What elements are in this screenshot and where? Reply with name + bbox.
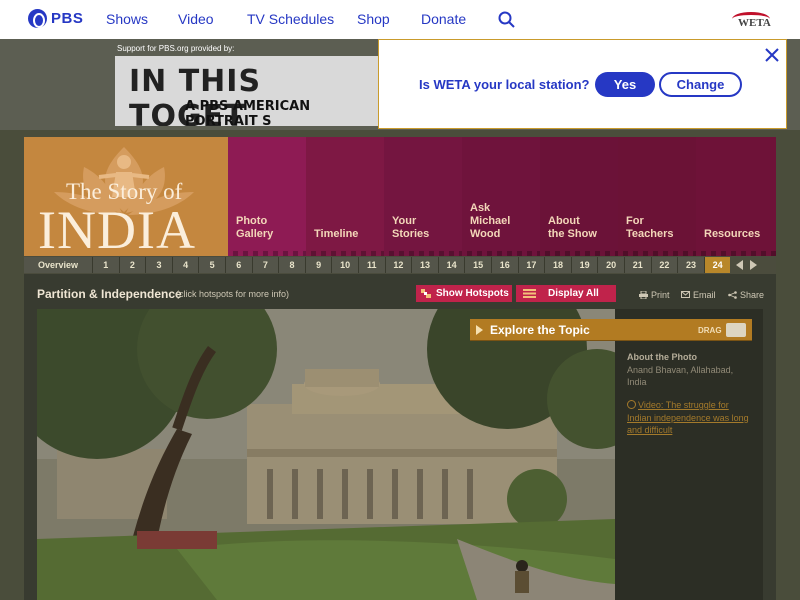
story-of-india-page: The Story of INDIA Photo Gallery Timelin… [24,137,776,600]
station-logo-text: WETA [738,17,771,29]
pager-page-21[interactable]: 21 [624,257,651,273]
pager-page-11[interactable]: 11 [358,257,385,273]
close-icon[interactable] [763,46,781,64]
nav-tv-schedules[interactable]: TV Schedules [247,11,334,27]
anand-bhavan-photo[interactable] [37,309,615,600]
tab-photo-gallery[interactable]: Photo Gallery [228,137,306,256]
video-link[interactable]: Video: The struggle for Indian independe… [627,399,752,437]
show-logo-big: INDIA [38,200,196,256]
pager-page-22[interactable]: 22 [650,257,678,273]
video-link-text: Video: The struggle for Indian independe… [627,400,749,435]
pager-prev-icon[interactable] [736,260,743,270]
pager-page-9[interactable]: 9 [304,257,332,273]
tab-ask-michael-wood[interactable]: Ask Michael Wood [462,137,540,256]
pager-page-16[interactable]: 16 [491,257,518,273]
show-hotspots-button[interactable]: Show Hotspots [416,285,512,302]
share-icon [728,291,737,299]
tab-label: Photo Gallery [236,215,274,240]
station-logo[interactable]: WETA [730,12,774,32]
yes-button[interactable]: Yes [595,72,655,97]
pager-page-24[interactable]: 24 [703,257,731,273]
gallery-hint: (click hotspots for more info) [176,289,290,299]
pager-page-14[interactable]: 14 [437,257,465,273]
change-button[interactable]: Change [659,72,742,97]
tab-resources[interactable]: Resources [696,137,776,256]
nav-donate[interactable]: Donate [421,11,466,27]
tab-label: About the Show [548,215,597,240]
tab-your-stories[interactable]: Your Stories [384,137,462,256]
pbs-logo[interactable]: PBS [28,9,83,28]
station-popup: Is WETA your local station? Yes Change [378,39,787,129]
tab-for-teachers[interactable]: For Teachers [618,137,696,256]
ad-support-text: Support for PBS.org provided by: [117,44,235,53]
tab-label: For Teachers [626,215,674,240]
pager-page-18[interactable]: 18 [544,257,571,273]
drag-handle[interactable] [726,323,746,337]
gallery-pager: Overview 1 2 3 4 5 6 7 8 9 10 11 12 13 14 15 16 17 18 19 20… [24,256,776,274]
pager-page-8[interactable]: 8 [278,257,305,273]
pager-page-7[interactable]: 7 [251,257,279,273]
pager-page-20[interactable]: 20 [597,257,624,273]
play-icon [476,325,483,335]
display-all-button[interactable]: Display All [516,285,616,302]
share-link[interactable]: Share [740,290,764,300]
email-link[interactable]: Email [693,290,716,300]
pager-page-1[interactable]: 1 [92,257,119,273]
pager-page-5[interactable]: 5 [198,257,225,273]
pager-page-3[interactable]: 3 [145,257,172,273]
pager-page-10[interactable]: 10 [331,257,358,273]
pager-page-6[interactable]: 6 [225,257,252,273]
print-link[interactable]: Print [651,290,670,300]
tab-label: Timeline [314,228,359,240]
tab-label: Your Stories [392,215,430,240]
ad-subline: A PBS AMERICAN PORTRAIT S [185,99,311,126]
nav-shop[interactable]: Shop [357,11,390,27]
drag-label: DRAG [698,326,722,335]
show-logo[interactable]: The Story of INDIA [24,137,228,256]
pager-page-13[interactable]: 13 [411,257,438,273]
station-question: Is WETA your local station? [419,77,590,92]
pager-next-icon[interactable] [750,260,757,270]
ad-banner[interactable]: IN THIS TOGET A PBS AMERICAN PORTRAIT S [115,56,385,126]
about-photo-heading: About the Photo [627,352,697,362]
pager-overview[interactable]: Overview [24,257,92,273]
pager-page-19[interactable]: 19 [570,257,598,273]
tab-timeline[interactable]: Timeline [306,137,384,256]
pager-page-12[interactable]: 12 [384,257,412,273]
show-hotspots-label: Show Hotspots [436,288,509,299]
display-all-icon [523,289,536,298]
pager-page-17[interactable]: 17 [517,257,545,273]
about-photo-location: Anand Bhavan, Allahabad, India [627,365,734,387]
pager-page-4[interactable]: 4 [171,257,199,273]
display-all-label: Display All [548,288,599,299]
explore-topic-label: Explore the Topic [490,322,590,337]
pager-page-23[interactable]: 23 [677,257,704,273]
explore-topic-bar[interactable]: Explore the Topic DRAG [470,319,752,341]
print-icon [639,291,648,299]
pbs-logo-text: PBS [51,10,84,27]
tab-about-the-show[interactable]: About the Show [540,137,618,256]
tab-label: Ask Michael Wood [470,202,511,240]
search-icon[interactable] [498,11,515,28]
pager-page-15[interactable]: 15 [464,257,491,273]
pager-page-2[interactable]: 2 [118,257,146,273]
pbs-head-icon [28,9,47,28]
video-play-icon [627,400,636,409]
gallery-section-title: Partition & Independence [37,287,182,301]
nav-video[interactable]: Video [178,11,214,27]
pbs-top-nav: PBS Shows Video TV Schedules Shop Donate… [0,0,800,39]
nav-shows[interactable]: Shows [106,11,148,27]
tab-label: Resources [704,228,761,240]
email-icon [681,291,690,298]
hotspots-icon [421,289,431,298]
